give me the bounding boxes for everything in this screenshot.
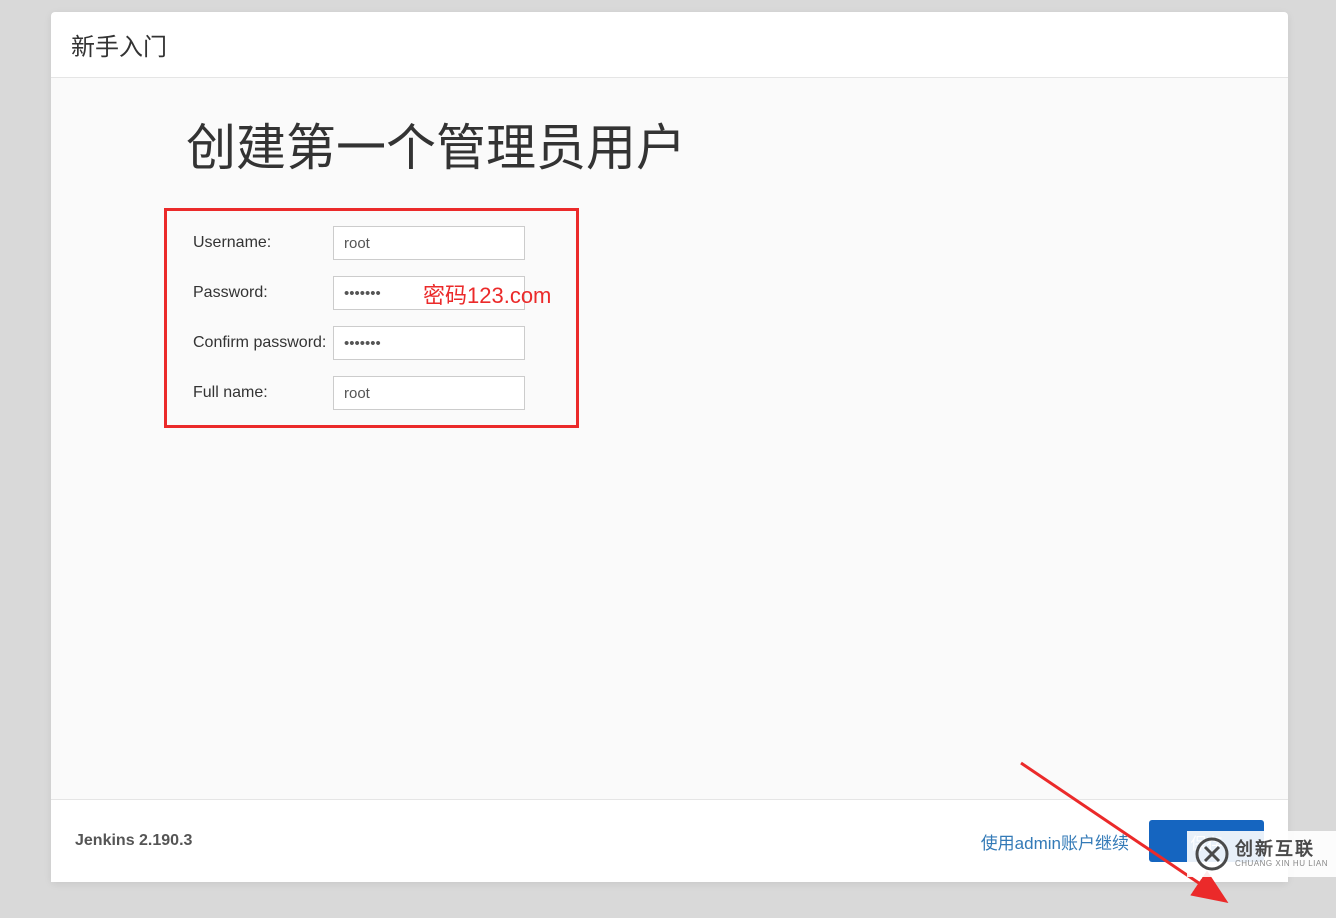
watermark: 创新互联 CHUANG XIN HU LIAN [1187, 831, 1336, 877]
password-hint-annotation: 密码123.com [423, 278, 551, 310]
fullname-input[interactable] [333, 376, 525, 410]
fullname-label: Full name: [193, 384, 333, 402]
username-row: Username: [193, 226, 556, 260]
watermark-text: 创新互联 CHUANG XIN HU LIAN [1235, 840, 1328, 869]
modal-footer: Jenkins 2.190.3 使用admin账户继续 保存 [51, 799, 1288, 882]
fullname-row: Full name: [193, 376, 556, 410]
jenkins-version: Jenkins 2.190.3 [75, 832, 192, 850]
admin-user-form: Username: Password: 密码123.com Confirm pa… [164, 208, 579, 428]
confirm-password-input[interactable] [333, 326, 525, 360]
username-label: Username: [193, 234, 333, 252]
password-label: Password: [193, 284, 333, 302]
watermark-en: CHUANG XIN HU LIAN [1235, 860, 1328, 869]
continue-as-admin-link[interactable]: 使用admin账户继续 [981, 829, 1129, 854]
confirm-password-row: Confirm password: [193, 326, 556, 360]
modal-title: 新手入门 [71, 34, 167, 61]
username-input[interactable] [333, 226, 525, 260]
password-row: Password: 密码123.com [193, 276, 556, 310]
page-title: 创建第一个管理员用户 [186, 108, 1153, 180]
watermark-cn: 创新互联 [1235, 840, 1328, 860]
setup-wizard-modal: 新手入门 创建第一个管理员用户 Username: Password: 密码12… [51, 12, 1288, 882]
watermark-logo-icon [1195, 837, 1229, 871]
confirm-password-label: Confirm password: [193, 334, 333, 352]
modal-body: 创建第一个管理员用户 Username: Password: 密码123.com… [51, 78, 1288, 799]
modal-header: 新手入门 [51, 12, 1288, 78]
